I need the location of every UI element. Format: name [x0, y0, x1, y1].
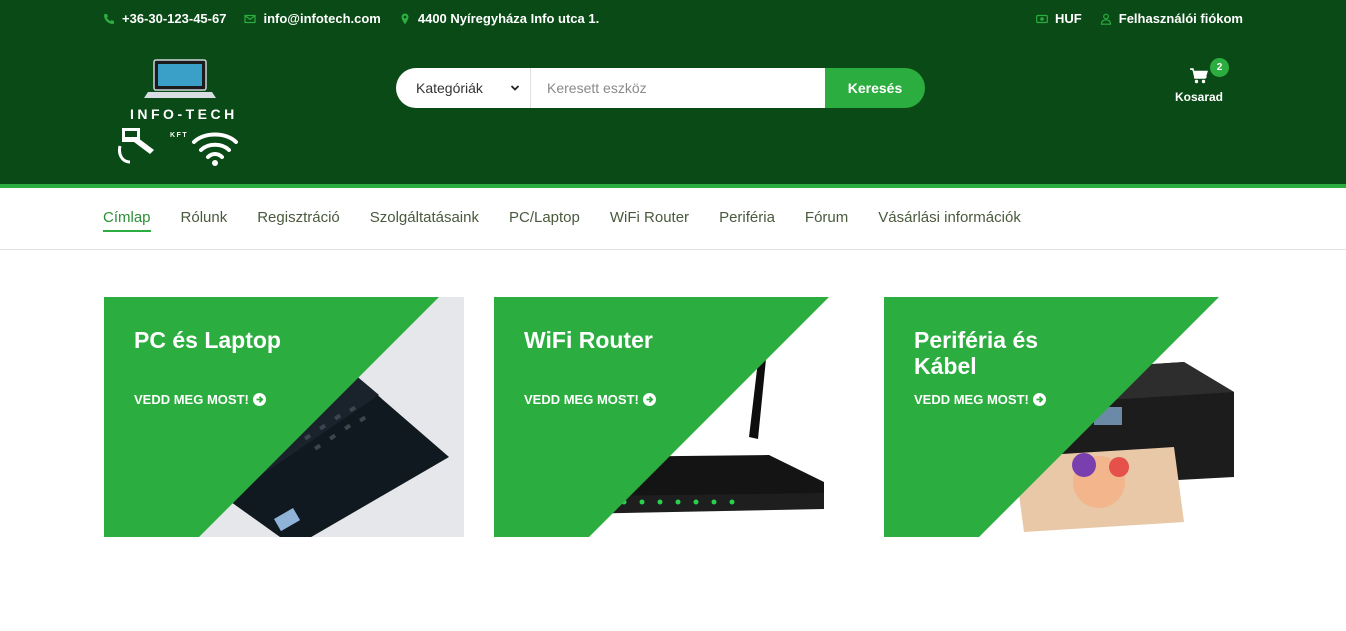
- currency-text: HUF: [1055, 11, 1082, 26]
- top-info-bar: +36-30-123-45-67 info@infotech.com 4400 …: [0, 0, 1346, 38]
- nav-item-forum[interactable]: Fórum: [805, 209, 848, 230]
- banner-title: Periféria és Kábel: [914, 327, 1039, 379]
- phone-icon: [104, 13, 114, 24]
- nav-item-szolgaltatasaink[interactable]: Szolgáltatásaink: [370, 209, 479, 230]
- banner-title: WiFi Router: [524, 327, 653, 353]
- money-icon: [1036, 14, 1048, 23]
- search-input[interactable]: Keresett eszköz: [531, 68, 825, 108]
- nav-item-cimlap[interactable]: Címlap: [103, 209, 151, 232]
- account-text: Felhasználói fiókom: [1118, 11, 1243, 26]
- phone-link[interactable]: +36-30-123-45-67: [103, 11, 226, 26]
- email-link[interactable]: info@infotech.com: [244, 11, 381, 26]
- arrow-circle-right-icon: [642, 393, 656, 406]
- banner-cta-label: VEDD MEG MOST!: [134, 392, 249, 407]
- banner-cta-label: VEDD MEG MOST!: [524, 392, 639, 407]
- nav-item-periferia[interactable]: Periféria: [719, 209, 775, 230]
- nav-item-regisztracio[interactable]: Regisztráció: [257, 209, 340, 230]
- cart-button[interactable]: 2 Kosarad: [1170, 58, 1230, 106]
- currency-selector[interactable]: HUF: [1036, 11, 1082, 26]
- svg-text:INFO-TECH: INFO-TECH: [130, 106, 238, 122]
- banner-cta[interactable]: VEDD MEG MOST!: [914, 392, 1046, 407]
- banner-wifi-router[interactable]: WiFi Router VEDD MEG MOST!: [494, 297, 854, 537]
- envelope-icon: [244, 14, 257, 23]
- banner-periferia-kabel[interactable]: Periféria és Kábel VEDD MEG MOST!: [884, 297, 1244, 537]
- category-banners: PC és Laptop VEDD MEG MOST! WiFi Router …: [104, 297, 1244, 537]
- category-select-value: Kategóriák: [416, 80, 483, 96]
- nav-item-vasarlasi-informaciok[interactable]: Vásárlási információk: [878, 209, 1021, 230]
- address-text: 4400 Nyíregyháza Info utca 1.: [417, 11, 600, 26]
- nav-item-rolunk[interactable]: Rólunk: [181, 209, 228, 230]
- email-text: info@infotech.com: [263, 11, 381, 26]
- account-link[interactable]: Felhasználói fiókom: [1100, 11, 1243, 26]
- arrow-circle-right-icon: [252, 393, 266, 406]
- cart-count-badge: 2: [1210, 58, 1229, 77]
- svg-text:KFT: KFT: [170, 132, 188, 139]
- banner-title: PC és Laptop: [134, 327, 281, 353]
- search-button[interactable]: Keresés: [825, 68, 925, 108]
- nav-item-pc-laptop[interactable]: PC/Laptop: [509, 209, 580, 230]
- category-select[interactable]: Kategóriák: [396, 68, 531, 108]
- shopping-cart-icon: [1190, 68, 1208, 84]
- chevron-down-icon: [510, 85, 520, 91]
- site-header: +36-30-123-45-67 info@infotech.com 4400 …: [0, 0, 1346, 184]
- search-placeholder: Keresett eszköz: [547, 80, 647, 96]
- search-bar: Kategóriák Keresett eszköz Keresés: [396, 68, 925, 108]
- infotech-logo-icon: INFO-TECH KFT: [118, 59, 238, 166]
- nav-item-wifi-router[interactable]: WiFi Router: [610, 209, 689, 230]
- banner-cta[interactable]: VEDD MEG MOST!: [524, 392, 656, 407]
- user-icon: [1100, 13, 1111, 25]
- arrow-circle-right-icon: [1032, 393, 1046, 406]
- address-link[interactable]: 4400 Nyíregyháza Info utca 1.: [399, 11, 599, 26]
- map-marker-icon: [401, 13, 409, 24]
- banner-cta[interactable]: VEDD MEG MOST!: [134, 392, 266, 407]
- site-logo[interactable]: INFO-TECH KFT: [112, 58, 242, 168]
- cart-label: Kosarad: [1174, 90, 1224, 104]
- main-nav: Címlap Rólunk Regisztráció Szolgáltatása…: [0, 188, 1346, 250]
- banner-cta-label: VEDD MEG MOST!: [914, 392, 1029, 407]
- banner-pc-laptop[interactable]: PC és Laptop VEDD MEG MOST!: [104, 297, 464, 537]
- phone-text: +36-30-123-45-67: [122, 11, 227, 26]
